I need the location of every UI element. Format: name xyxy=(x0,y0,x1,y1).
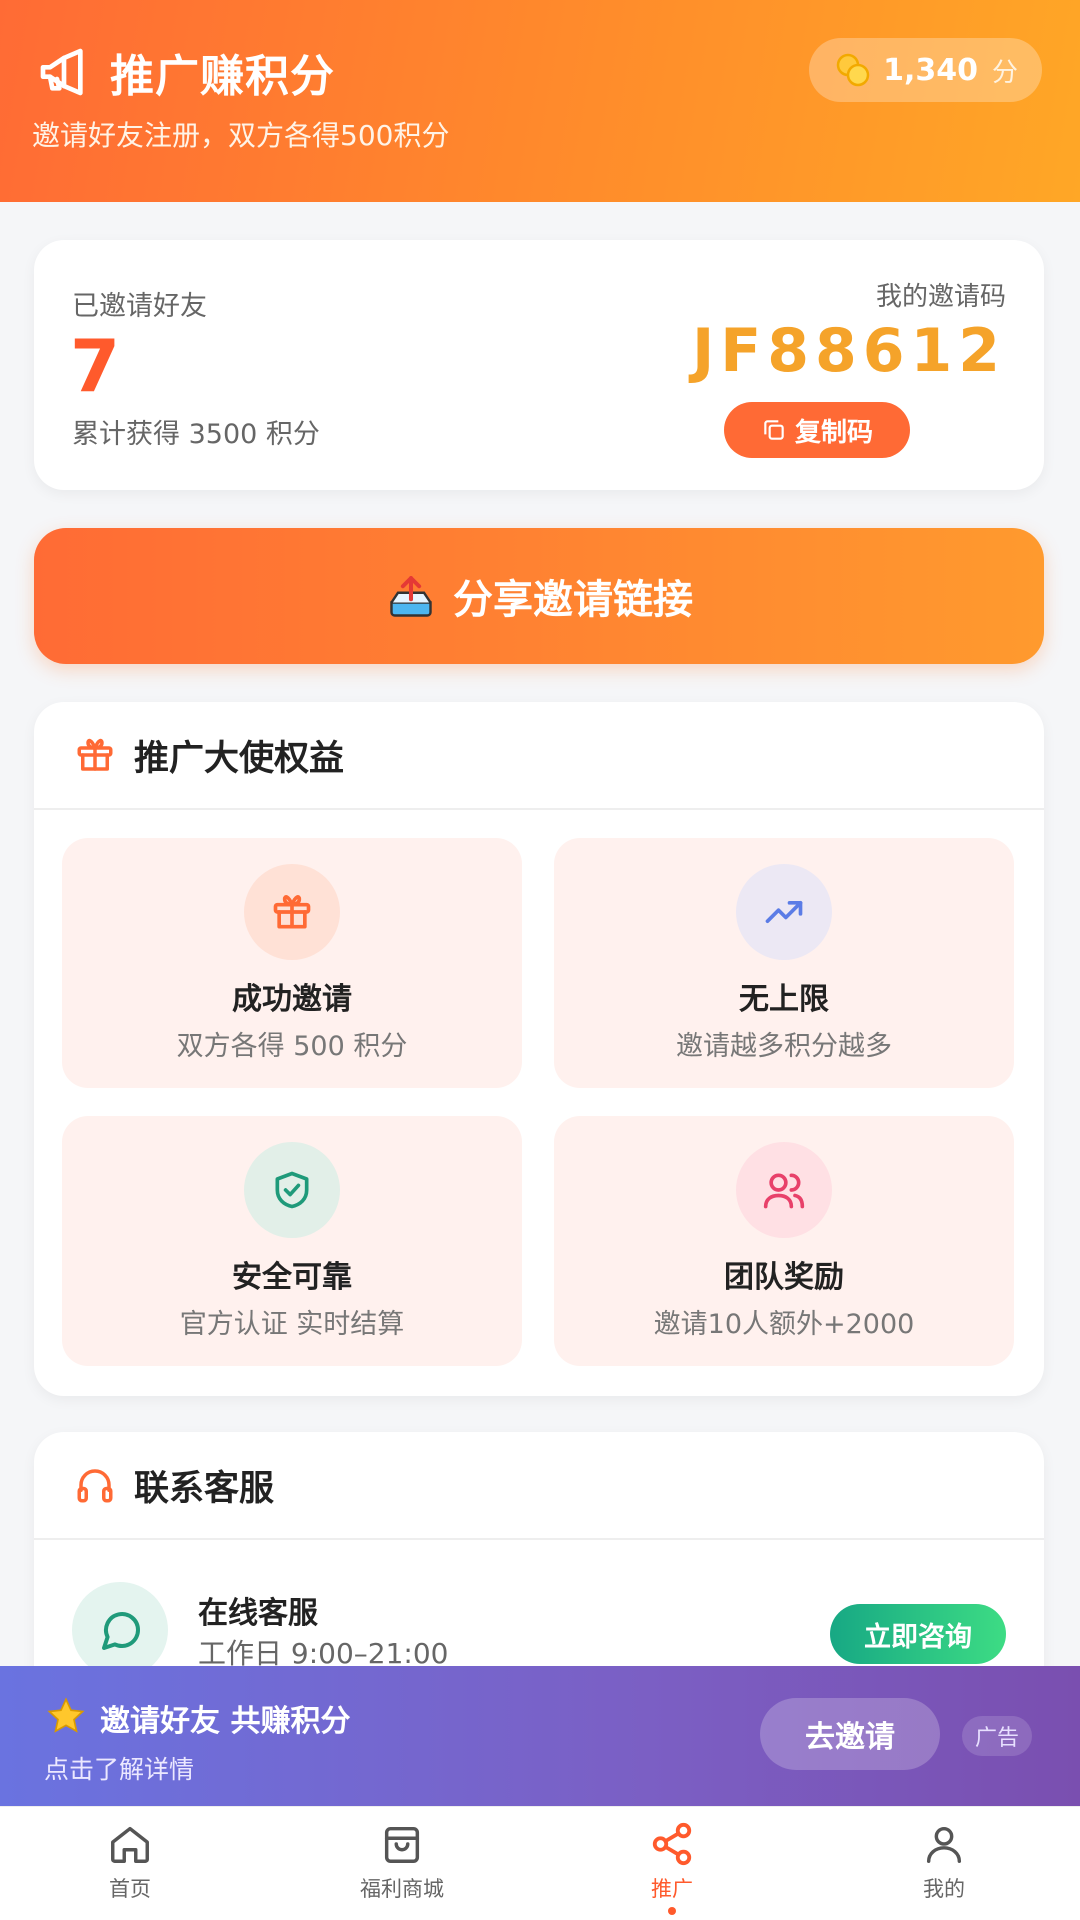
tab-promote[interactable]: 推广 xyxy=(572,1821,772,1915)
tab-mine[interactable]: 我的 xyxy=(844,1821,1044,1903)
benefit-tile-unlimited[interactable]: 无上限 邀请越多积分越多 xyxy=(554,838,1014,1088)
star-icon xyxy=(47,1697,85,1733)
gift-icon xyxy=(77,738,113,771)
tab-label: 首页 xyxy=(109,1877,151,1901)
copy-code-button[interactable]: 复制码 xyxy=(724,402,910,458)
page-subtitle: 邀请好友注册，双方各得500积分 xyxy=(32,119,450,152)
shield-check-icon xyxy=(275,1171,309,1209)
shopping-bag-icon xyxy=(384,1826,420,1863)
go-invite-button[interactable]: 去邀请 xyxy=(760,1698,940,1770)
share-invite-link-button[interactable]: 分享邀请链接 xyxy=(34,528,1044,664)
points-value: 1,340 xyxy=(883,52,978,88)
tab-label: 我的 xyxy=(923,1877,965,1901)
benefit-title: 团队奖励 xyxy=(724,1260,844,1295)
benefit-title: 安全可靠 xyxy=(232,1260,352,1295)
service-title: 联系客服 xyxy=(134,1468,275,1509)
ad-banner[interactable]: 邀请好友 共赚积分 点击了解详情 去邀请 广告 xyxy=(0,1666,1080,1806)
users-icon xyxy=(763,1173,805,1209)
tab-label: 福利商城 xyxy=(360,1877,444,1901)
invite-stats-card: 已邀请好友 7 累计获得 3500 积分 我的邀请码 JF88612 复制码 xyxy=(34,240,1044,490)
benefit-desc: 邀请越多积分越多 xyxy=(676,1031,892,1062)
benefit-title: 成功邀请 xyxy=(232,982,352,1017)
headphones-icon xyxy=(77,1469,113,1503)
points-unit: 分 xyxy=(991,57,1018,88)
share-invite-link-label: 分享邀请链接 xyxy=(453,577,693,623)
benefit-icon-circle xyxy=(244,1142,340,1238)
share-icon xyxy=(652,1822,692,1866)
tab-label: 推广 xyxy=(651,1877,693,1901)
invite-code-label: 我的邀请码 xyxy=(875,282,1006,312)
chat-bubble-icon xyxy=(102,1612,140,1650)
gift-icon xyxy=(273,895,311,929)
user-icon xyxy=(926,1826,962,1863)
service-header: 联系客服 xyxy=(34,1432,1044,1540)
benefit-tile-success-invite[interactable]: 成功邀请 双方各得 500 积分 xyxy=(62,838,522,1088)
benefit-icon-circle xyxy=(736,864,832,960)
invited-friends-label: 已邀请好友 xyxy=(72,291,207,322)
home-icon xyxy=(111,1826,149,1863)
benefit-icon-circle xyxy=(244,864,340,960)
benefits-header: 推广大使权益 xyxy=(34,702,1044,810)
invite-code: JF88612 xyxy=(691,316,1006,386)
benefit-tile-team-reward[interactable]: 团队奖励 邀请10人额外+2000 xyxy=(554,1116,1014,1366)
ad-badge: 广告 xyxy=(962,1716,1032,1756)
ambassador-benefits-card: 推广大使权益 成功邀请 双方各得 500 积分 无上限 邀请越多积分越多 安全可… xyxy=(34,702,1044,1396)
consult-now-button[interactable]: 立即咨询 xyxy=(830,1604,1006,1664)
service-name: 在线客服 xyxy=(198,1596,318,1631)
page-title: 推广赚积分 xyxy=(110,51,335,102)
trending-up-icon xyxy=(765,901,803,923)
share-upload-icon xyxy=(390,576,432,617)
tab-home[interactable]: 首页 xyxy=(30,1821,230,1903)
total-earned-text: 累计获得 3500 积分 xyxy=(72,419,320,450)
page-header: 推广赚积分 邀请好友注册，双方各得500积分 1,340 分 xyxy=(0,0,1080,202)
ad-title: 邀请好友 共赚积分 xyxy=(100,1704,351,1739)
benefit-icon-circle xyxy=(736,1142,832,1238)
coins-icon xyxy=(836,53,870,87)
copy-code-label: 复制码 xyxy=(794,417,873,448)
active-tab-indicator xyxy=(668,1907,676,1915)
copy-icon xyxy=(764,420,784,440)
benefit-desc: 邀请10人额外+2000 xyxy=(653,1309,915,1340)
benefit-title: 无上限 xyxy=(739,982,829,1017)
ad-subtitle: 点击了解详情 xyxy=(44,1755,195,1784)
header-title-row: 推广赚积分 xyxy=(36,40,335,104)
benefit-desc: 双方各得 500 积分 xyxy=(176,1031,408,1062)
megaphone-icon xyxy=(40,48,83,96)
invited-friends-count: 7 xyxy=(70,324,121,408)
benefit-desc: 官方认证 实时结算 xyxy=(179,1309,405,1340)
bottom-tab-bar: 首页 福利商城 推广 我的 xyxy=(0,1806,1080,1920)
benefits-title: 推广大使权益 xyxy=(134,738,345,779)
benefit-tile-safe[interactable]: 安全可靠 官方认证 实时结算 xyxy=(62,1116,522,1366)
tab-welfare-mall[interactable]: 福利商城 xyxy=(302,1821,502,1903)
chat-icon-circle xyxy=(72,1582,168,1678)
points-balance[interactable]: 1,340 分 xyxy=(809,38,1042,102)
